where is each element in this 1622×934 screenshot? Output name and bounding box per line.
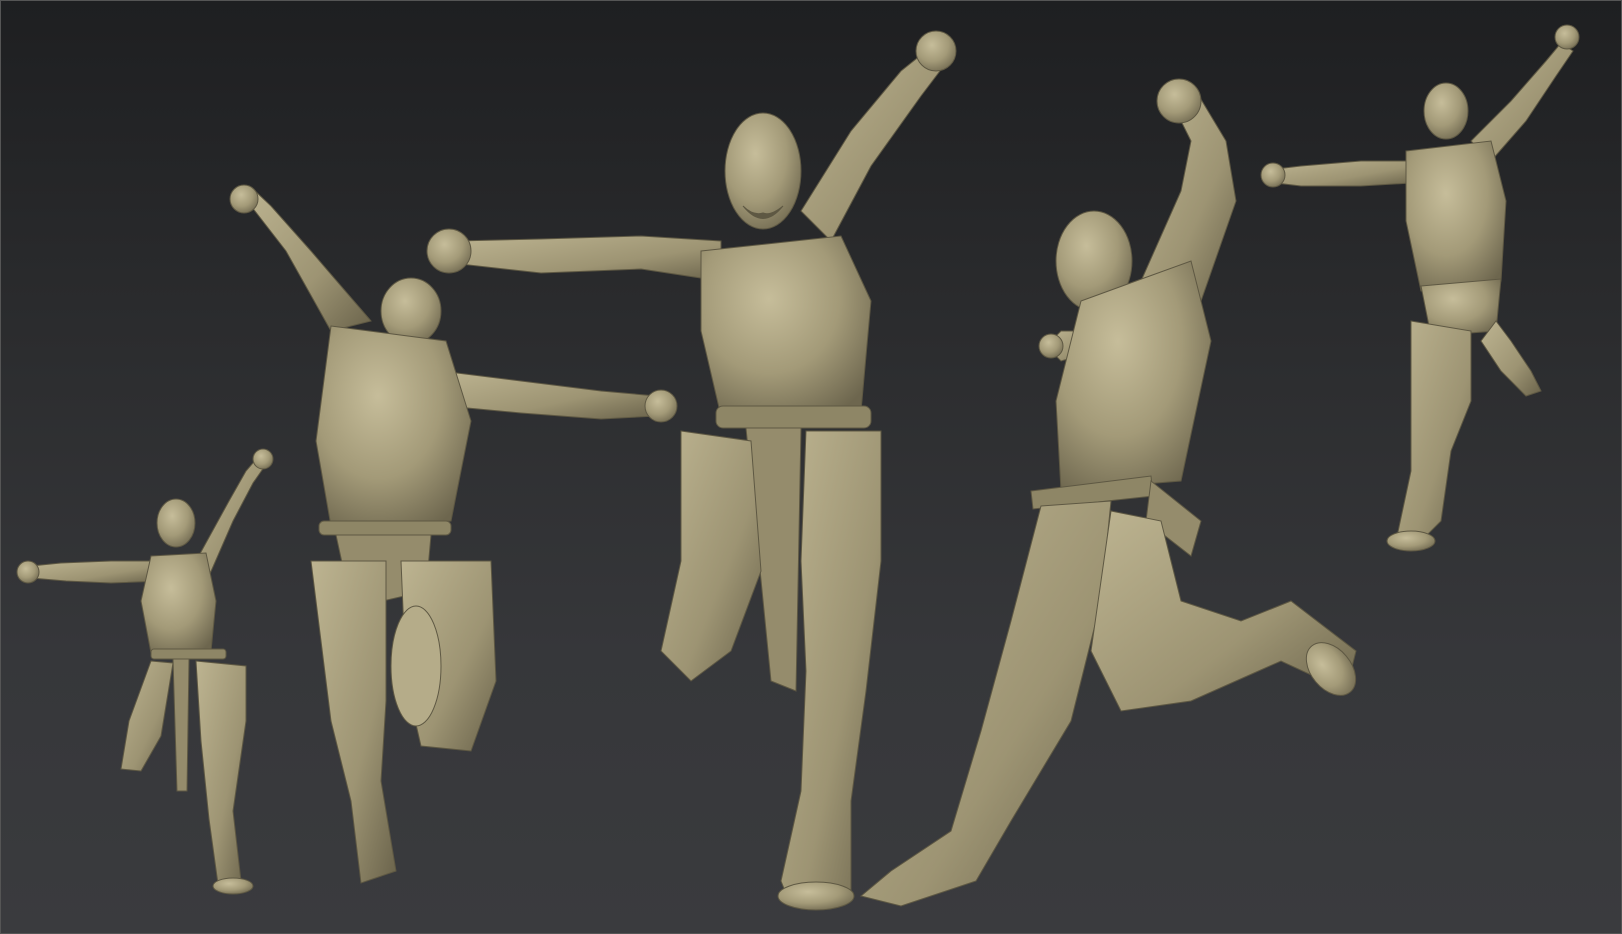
figure-back-view <box>229 184 678 884</box>
sculpt-viewport[interactable] <box>0 0 1622 934</box>
figures-canvas <box>16 24 1580 911</box>
figure-front-center <box>426 30 957 911</box>
figure-front-small-left <box>16 448 274 895</box>
figure-front-small-right <box>1260 24 1580 552</box>
figure-side-kick <box>859 78 1357 907</box>
